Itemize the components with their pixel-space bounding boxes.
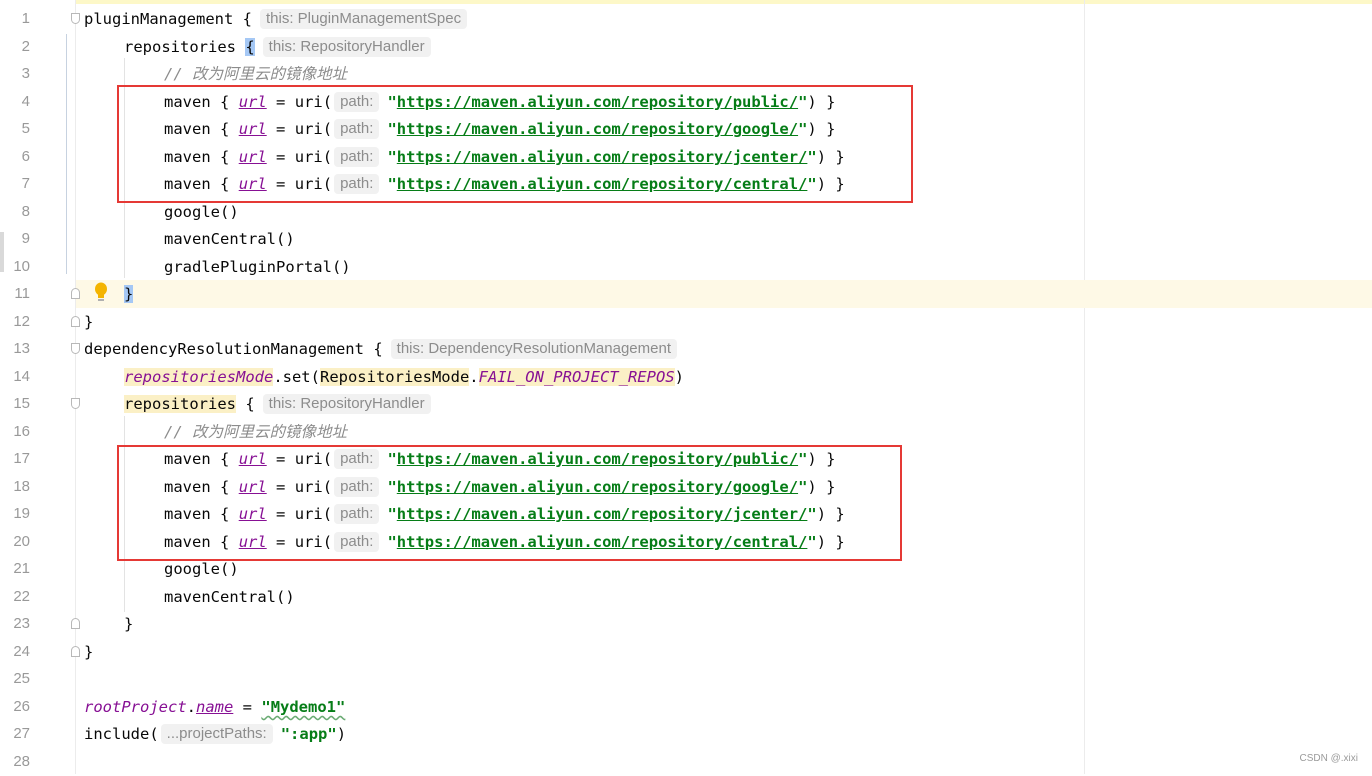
code-line[interactable]: 26 rootProject.name = "Mydemo1" [0, 693, 1372, 721]
token-plugin-management[interactable]: pluginManagement [84, 10, 233, 28]
fold-marker-icon[interactable] [71, 316, 80, 327]
fold-marker-icon[interactable] [71, 398, 80, 409]
line-number: 1 [21, 10, 30, 27]
fold-marker-icon[interactable] [71, 288, 80, 299]
brace: { [373, 340, 383, 358]
dot: . [186, 698, 196, 716]
line-number: 11 [14, 285, 30, 302]
line-number: 27 [13, 725, 30, 742]
matched-brace: } [124, 285, 134, 303]
fold-marker-icon[interactable] [71, 618, 80, 629]
code-line[interactable]: 15 repositories { this: RepositoryHandler [0, 390, 1372, 418]
line-number: 9 [21, 230, 30, 247]
line-number: 5 [21, 120, 30, 137]
string-mydemo1[interactable]: "Mydemo1" [261, 698, 345, 716]
highlight-box [117, 445, 902, 561]
line-number: 3 [21, 65, 30, 82]
dot: . [469, 368, 479, 386]
code-line[interactable]: 14 repositoriesMode.set(RepositoriesMode… [0, 363, 1372, 391]
close-paren: ) [336, 725, 347, 743]
brace: { [242, 10, 252, 28]
line-number: 8 [21, 203, 30, 220]
code-line[interactable]: 9 mavenCentral() [0, 225, 1372, 253]
line-number: 21 [13, 560, 30, 577]
line-number: 7 [21, 175, 30, 192]
code-line[interactable]: 27 include(...projectPaths: ":app") [0, 720, 1372, 748]
code-line[interactable]: 11 } [0, 280, 1372, 308]
line-number: 16 [13, 423, 30, 440]
comment: // 改为阿里云的镜像地址 [164, 423, 347, 441]
token-repositories[interactable]: repositories [124, 395, 236, 413]
line-number: 2 [21, 38, 30, 55]
code-line[interactable]: 12 } [0, 308, 1372, 336]
inlay-hint: this: RepositoryHandler [262, 394, 431, 414]
token-dependency-resolution-management[interactable]: dependencyResolutionManagement [84, 340, 364, 358]
code-line[interactable]: 2 repositories { this: RepositoryHandler [0, 33, 1372, 61]
code-line[interactable]: 25 [0, 665, 1372, 693]
code-line[interactable]: 24 } [0, 638, 1372, 666]
brace: } [84, 643, 94, 661]
inlay-hint: ...projectPaths: [160, 724, 273, 744]
inlay-hint: this: RepositoryHandler [262, 37, 431, 57]
inlay-hint: this: DependencyResolutionManagement [390, 339, 677, 359]
token-repositories-mode-class[interactable]: RepositoriesMode [319, 368, 470, 386]
line-number: 19 [13, 505, 30, 522]
code-line[interactable]: 16 // 改为阿里云的镜像地址 [0, 418, 1372, 446]
line-number: 13 [13, 340, 30, 357]
token-maven-central[interactable]: mavenCentral() [164, 225, 295, 253]
fold-marker-icon[interactable] [71, 343, 80, 354]
close-paren: ) [674, 368, 684, 386]
line-number: 15 [13, 395, 30, 412]
line-number: 26 [13, 698, 30, 715]
token-repositories-mode[interactable]: repositoriesMode [124, 368, 274, 386]
matched-brace: { [245, 38, 255, 56]
token-root-project[interactable]: rootProject [84, 698, 187, 716]
code-line[interactable]: 1 pluginManagement { this: PluginManageme… [0, 5, 1372, 33]
fold-marker-icon[interactable] [71, 646, 80, 657]
line-number: 22 [13, 588, 30, 605]
string-app[interactable]: ":app" [281, 725, 337, 743]
line-number: 17 [13, 450, 30, 467]
watermark: CSDN @.xixi [1299, 753, 1359, 764]
lightbulb-icon[interactable] [93, 282, 109, 304]
line-number: 4 [21, 93, 30, 110]
comment: // 改为阿里云的镜像地址 [164, 65, 347, 83]
inlay-hint: this: PluginManagementSpec [260, 9, 468, 29]
line-number: 28 [13, 753, 30, 770]
code-line[interactable]: 3 // 改为阿里云的镜像地址 [0, 60, 1372, 88]
brace: } [84, 313, 94, 331]
token-set[interactable]: .set( [273, 368, 320, 386]
code-line[interactable]: 28 [0, 748, 1372, 776]
line-number: 24 [13, 643, 30, 660]
highlight-box [117, 85, 913, 203]
code-line[interactable]: 10 gradlePluginPortal() [0, 253, 1372, 281]
operator: = [242, 698, 253, 716]
line-number: 25 [13, 670, 30, 687]
line-number: 23 [13, 615, 30, 632]
brace: } [124, 615, 134, 633]
token-gradle-plugin-portal[interactable]: gradlePluginPortal() [164, 253, 351, 281]
line-number: 12 [13, 313, 30, 330]
code-line[interactable]: 23 } [0, 610, 1372, 638]
brace: { [245, 395, 255, 413]
line-number: 14 [13, 368, 30, 385]
token-include[interactable]: include( [84, 725, 159, 743]
line-number: 6 [21, 148, 30, 165]
line-number: 10 [13, 258, 30, 275]
fold-marker-icon[interactable] [71, 13, 80, 24]
code-line[interactable]: 13 dependencyResolutionManagement { this:… [0, 335, 1372, 363]
token-fail-on-project-repos[interactable]: FAIL_ON_PROJECT_REPOS [478, 368, 675, 386]
line-number: 20 [13, 533, 30, 550]
line-number: 18 [13, 478, 30, 495]
token-name[interactable]: name [196, 698, 233, 716]
token-maven-central[interactable]: mavenCentral() [164, 583, 295, 611]
token-repositories[interactable]: repositories [124, 38, 236, 56]
code-line[interactable]: 22 mavenCentral() [0, 583, 1372, 611]
top-highlight-strip [0, 0, 1372, 4]
